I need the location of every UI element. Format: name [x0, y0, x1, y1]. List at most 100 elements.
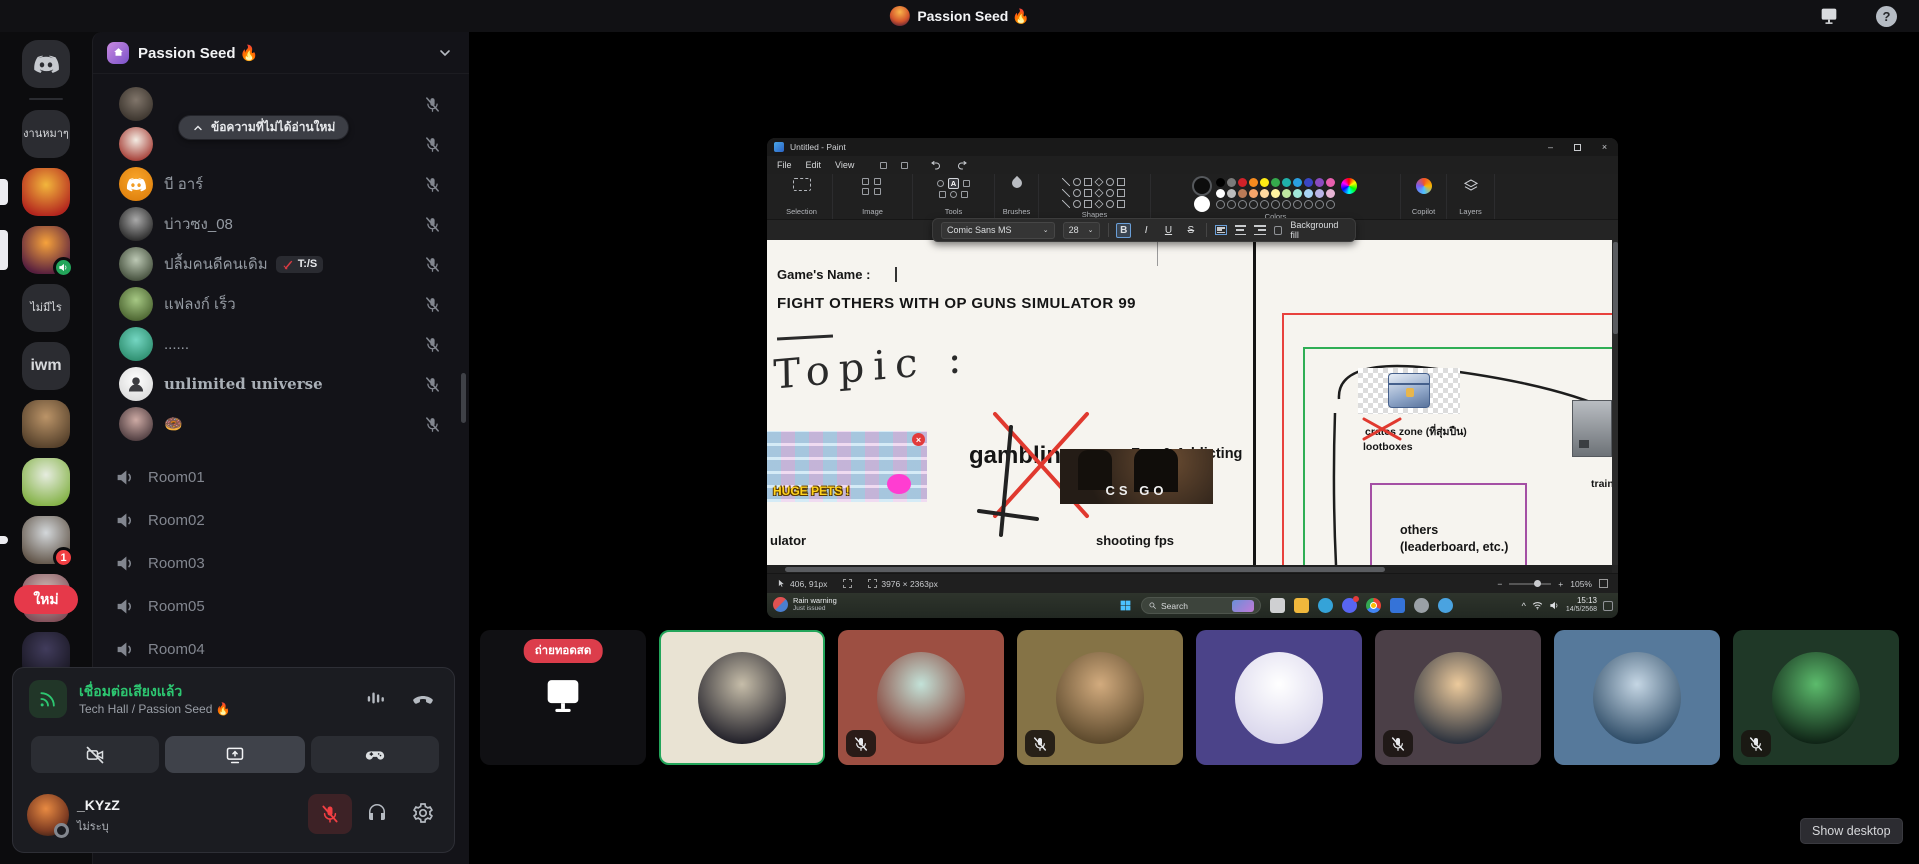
disconnect-call-icon[interactable] — [411, 687, 435, 711]
voice-channel-row[interactable]: Room04 — [93, 628, 469, 671]
shooting-fps-caption: shooting fps — [1096, 533, 1174, 548]
ribbon-group-label: Selection — [786, 207, 817, 216]
weather-line-1: Rain warning — [793, 596, 837, 605]
ribbon-group-colors: Colors — [1151, 174, 1401, 219]
mic-off-icon — [853, 736, 869, 752]
server-among-us[interactable] — [22, 168, 70, 216]
participant-avatar — [1593, 652, 1681, 744]
csgo-image: CS GO — [1060, 449, 1213, 504]
text-cursor — [895, 267, 897, 282]
member-row[interactable]: ...... — [93, 324, 469, 364]
member-row[interactable]: แฟลงก์ เร็ว — [93, 284, 469, 324]
speaker-icon — [115, 510, 136, 531]
canvas-size: 3976 × 2363px — [881, 579, 937, 589]
new-server-pill[interactable]: ใหม่ — [14, 585, 78, 614]
tile-participant-1[interactable] — [659, 630, 825, 765]
server-header[interactable]: Passion Seed 🔥 — [93, 32, 469, 74]
participant-avatar — [1056, 652, 1144, 744]
user-status-text: ไม่ระบุ — [77, 817, 109, 835]
member-name: แฟลงก์ เร็ว — [164, 292, 236, 316]
server-monkey[interactable] — [22, 400, 70, 448]
search-placeholder: Search — [1161, 601, 1188, 611]
sidebar-scrollbar[interactable] — [461, 373, 466, 423]
speaker-icon — [115, 639, 136, 660]
paint-horizontal-scrollbar — [767, 565, 1612, 573]
voice-channel-name: Room04 — [148, 641, 205, 658]
tile-participant-5[interactable] — [1375, 630, 1541, 765]
paint-ribbon: SelectionImageAToolsBrushesShapesColorsC… — [767, 174, 1618, 220]
server-title-text: Passion Seed 🔥 — [917, 8, 1029, 25]
member-row[interactable]: บี อาร์ — [93, 164, 469, 204]
align-left-button — [1215, 225, 1227, 235]
member-avatar — [119, 327, 153, 361]
tile-participant-6[interactable] — [1554, 630, 1720, 765]
settings-gear-icon[interactable] — [411, 801, 435, 825]
mic-muted-icon — [424, 416, 441, 433]
tile-participant-4[interactable] — [1196, 630, 1362, 765]
member-row[interactable]: unlimited universe — [93, 364, 469, 404]
voice-channel-row[interactable]: Room01 — [93, 456, 469, 499]
voice-active-badge — [53, 257, 74, 278]
server-mai-mee-rai[interactable]: ไม่มีไร — [22, 284, 70, 332]
plus-drawing — [977, 425, 1041, 537]
topic-t-stroke — [777, 335, 833, 341]
font-size-select: 28⌄ — [1063, 222, 1100, 239]
align-center-button — [1235, 225, 1247, 235]
tile-participant-2[interactable] — [838, 630, 1004, 765]
screen-share-status-icon[interactable] — [1816, 5, 1842, 27]
server-ngan-mah[interactable]: งานหมาๆ — [22, 110, 70, 158]
screen-share-video[interactable]: Untitled - Paint –× FileEditView Selecti… — [767, 138, 1618, 618]
voice-channel-location[interactable]: Tech Hall / Passion Seed 🔥 — [79, 702, 231, 716]
member-row[interactable]: 🍩 — [93, 404, 469, 444]
voice-activity-icon[interactable] — [365, 687, 387, 709]
tile-participant-3[interactable] — [1017, 630, 1183, 765]
unread-indicator — [0, 536, 8, 544]
tile-stream-preview[interactable]: ถ่ายทอดสด — [480, 630, 646, 765]
background-color-swatch — [1194, 196, 1210, 212]
username: _KYzZ — [77, 797, 120, 813]
taskbar-app-chrome-icon — [1366, 598, 1381, 613]
speaker-icon — [115, 553, 136, 574]
speaker-icon — [1549, 600, 1560, 611]
maximize-icon — [1564, 138, 1591, 156]
font-family-value: Comic Sans MS — [947, 225, 1012, 235]
participant-tile-row: ถ่ายทอดสด — [480, 630, 1899, 765]
ribbon-group-brushes: Brushes — [995, 174, 1039, 219]
voice-channel-row[interactable]: Room03 — [93, 542, 469, 585]
mic-muted-icon — [424, 96, 441, 113]
paint-window-title: Untitled - Paint — [790, 142, 846, 152]
tile-participant-7[interactable] — [1733, 630, 1899, 765]
taskbar-app-edge-icon — [1318, 598, 1333, 613]
style-i-button: I — [1139, 223, 1153, 238]
member-row[interactable]: ปลื้มคนดีคนเดิมT:/S — [93, 244, 469, 284]
speaker-icon — [58, 262, 69, 273]
discord-home[interactable] — [22, 40, 70, 88]
voice-channel-row[interactable]: Room02 — [93, 499, 469, 542]
mic-muted-icon — [424, 256, 441, 273]
voice-panel: เชื่อมต่อเสียงแล้ว Tech Hall / Passion S… — [12, 667, 455, 853]
paint-app-icon — [774, 142, 784, 152]
ribbon-group-shapes: Shapes — [1039, 174, 1151, 219]
member-tag-badge: T:/S — [276, 256, 324, 273]
tile-muted-badge — [1383, 730, 1413, 757]
activity-button[interactable] — [311, 736, 439, 773]
server-iwm[interactable]: iwm — [22, 342, 70, 390]
member-row[interactable]: บ่าวซง_08 — [93, 204, 469, 244]
stage: Untitled - Paint –× FileEditView Selecti… — [469, 32, 1919, 864]
server-green-doll[interactable] — [22, 458, 70, 506]
canvas-game-name-label: Game's Name : — [777, 267, 870, 282]
chevron-down-icon[interactable] — [437, 45, 453, 61]
server-home-icon — [107, 42, 129, 64]
paint-canvas: Game's Name : FIGHT OTHERS WITH OP GUNS … — [767, 240, 1612, 565]
training-label: train — [1591, 478, 1612, 490]
camera-button[interactable] — [31, 736, 159, 773]
taskbar-app-taskview-icon — [1270, 598, 1285, 613]
selection-size-icon — [843, 579, 852, 588]
mute-microphone-button[interactable] — [308, 794, 352, 834]
help-button[interactable]: ? — [1876, 6, 1897, 27]
taskbar-app-app-blue-icon — [1390, 598, 1405, 613]
screen-share-button[interactable] — [165, 736, 305, 773]
unread-messages-pill[interactable]: ข้อความที่ไม่ได้อ่านใหม่ — [178, 115, 349, 140]
deafen-button[interactable] — [365, 801, 389, 825]
voice-channel-row[interactable]: Room05 — [93, 585, 469, 628]
